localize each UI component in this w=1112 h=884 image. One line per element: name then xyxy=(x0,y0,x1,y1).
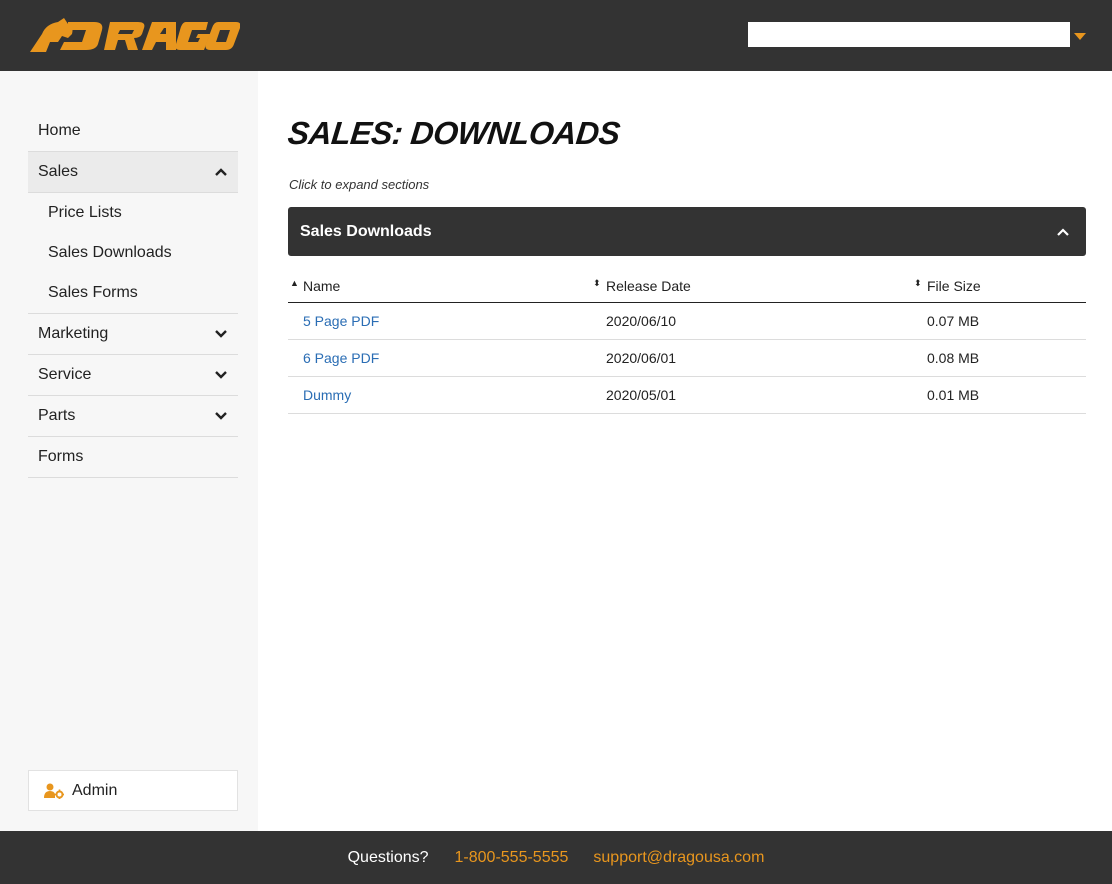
column-header-name[interactable]: ▲ Name xyxy=(288,270,591,303)
sidebar-item-forms[interactable]: Forms xyxy=(28,437,238,478)
sidebar-subitem-sales-forms[interactable]: Sales Forms xyxy=(28,273,238,313)
release-date: 2020/06/10 xyxy=(591,302,912,340)
sidebar-item-label: Marketing xyxy=(38,325,109,342)
sidebar-item-label: Forms xyxy=(38,448,84,465)
drago-logo[interactable] xyxy=(28,16,240,54)
search-input[interactable] xyxy=(748,22,1070,47)
table-row: 5 Page PDF 2020/06/10 0.07 MB xyxy=(288,302,1086,340)
sales-subnav: Price Lists Sales Downloads Sales Forms xyxy=(28,193,238,314)
sort-icon[interactable]: ⬍ xyxy=(593,278,601,289)
sidebar-item-label: Sales xyxy=(38,163,79,180)
sidebar-subitem-label: Sales Forms xyxy=(48,284,138,301)
download-link[interactable]: 6 Page PDF xyxy=(303,350,379,366)
sort-asc-icon[interactable]: ▲ xyxy=(290,278,299,288)
downloads-table: ▲ Name ⬍ Release Date ⬍ File Size 5 Page… xyxy=(288,270,1086,414)
sidebar-item-parts[interactable]: Parts xyxy=(28,396,238,437)
sales-downloads-panel-header[interactable]: Sales Downloads xyxy=(288,207,1086,256)
file-size: 0.08 MB xyxy=(912,339,1086,377)
expand-hint: Click to expand sections xyxy=(289,177,430,192)
column-header-file-size[interactable]: ⬍ File Size xyxy=(912,270,1086,303)
sidebar-item-label: Parts xyxy=(38,407,76,424)
sidebar-item-label: Service xyxy=(38,366,92,383)
table-header-row: ▲ Name ⬍ Release Date ⬍ File Size xyxy=(288,270,1086,303)
footer-questions: Questions? xyxy=(347,848,429,866)
chevron-up-icon[interactable] xyxy=(214,165,228,179)
chevron-down-icon[interactable] xyxy=(214,327,228,341)
sidebar-subitem-label: Sales Downloads xyxy=(48,244,172,261)
sidebar-subitem-sales-downloads[interactable]: Sales Downloads xyxy=(28,233,238,273)
file-size: 0.01 MB xyxy=(912,376,1086,414)
sidebar-item-label: Home xyxy=(38,122,81,139)
chevron-up-icon[interactable] xyxy=(1056,225,1070,239)
panel-title: Sales Downloads xyxy=(300,222,432,240)
sidebar-subitem-label: Price Lists xyxy=(48,204,122,221)
chevron-down-icon[interactable] xyxy=(214,409,228,423)
release-date: 2020/06/01 xyxy=(591,339,912,377)
download-link[interactable]: Dummy xyxy=(303,387,351,403)
admin-button[interactable]: Admin xyxy=(28,770,238,811)
sidebar-item-sales[interactable]: Sales xyxy=(28,152,238,193)
column-header-release-date[interactable]: ⬍ Release Date xyxy=(591,270,912,303)
sidebar-item-marketing[interactable]: Marketing xyxy=(28,314,238,355)
download-link[interactable]: 5 Page PDF xyxy=(303,313,379,329)
user-cog-icon xyxy=(44,783,64,799)
file-size: 0.07 MB xyxy=(912,302,1086,340)
chevron-down-icon[interactable] xyxy=(214,368,228,382)
dropdown-caret-icon[interactable] xyxy=(1074,33,1086,40)
footer-email-link[interactable]: support@dragousa.com xyxy=(593,849,764,867)
sidebar: Home Sales Price Lists Sales Downloads S… xyxy=(0,71,258,831)
sort-icon[interactable]: ⬍ xyxy=(914,278,922,289)
top-header xyxy=(0,0,1112,71)
main-content: SALES: DOWNLOADS Click to expand section… xyxy=(258,71,1112,831)
sidebar-nav: Home Sales Price Lists Sales Downloads S… xyxy=(28,111,238,478)
footer: Questions? 1-800-555-5555 support@dragou… xyxy=(0,831,1112,884)
sidebar-item-service[interactable]: Service xyxy=(28,355,238,396)
table-row: Dummy 2020/05/01 0.01 MB xyxy=(288,376,1086,414)
page-title: SALES: DOWNLOADS xyxy=(286,115,622,151)
sidebar-item-home[interactable]: Home xyxy=(28,111,238,152)
release-date: 2020/05/01 xyxy=(591,376,912,414)
table-row: 6 Page PDF 2020/06/01 0.08 MB xyxy=(288,339,1086,377)
footer-phone-link[interactable]: 1-800-555-5555 xyxy=(455,849,569,867)
admin-label: Admin xyxy=(72,781,118,799)
sidebar-subitem-price-lists[interactable]: Price Lists xyxy=(28,193,238,233)
